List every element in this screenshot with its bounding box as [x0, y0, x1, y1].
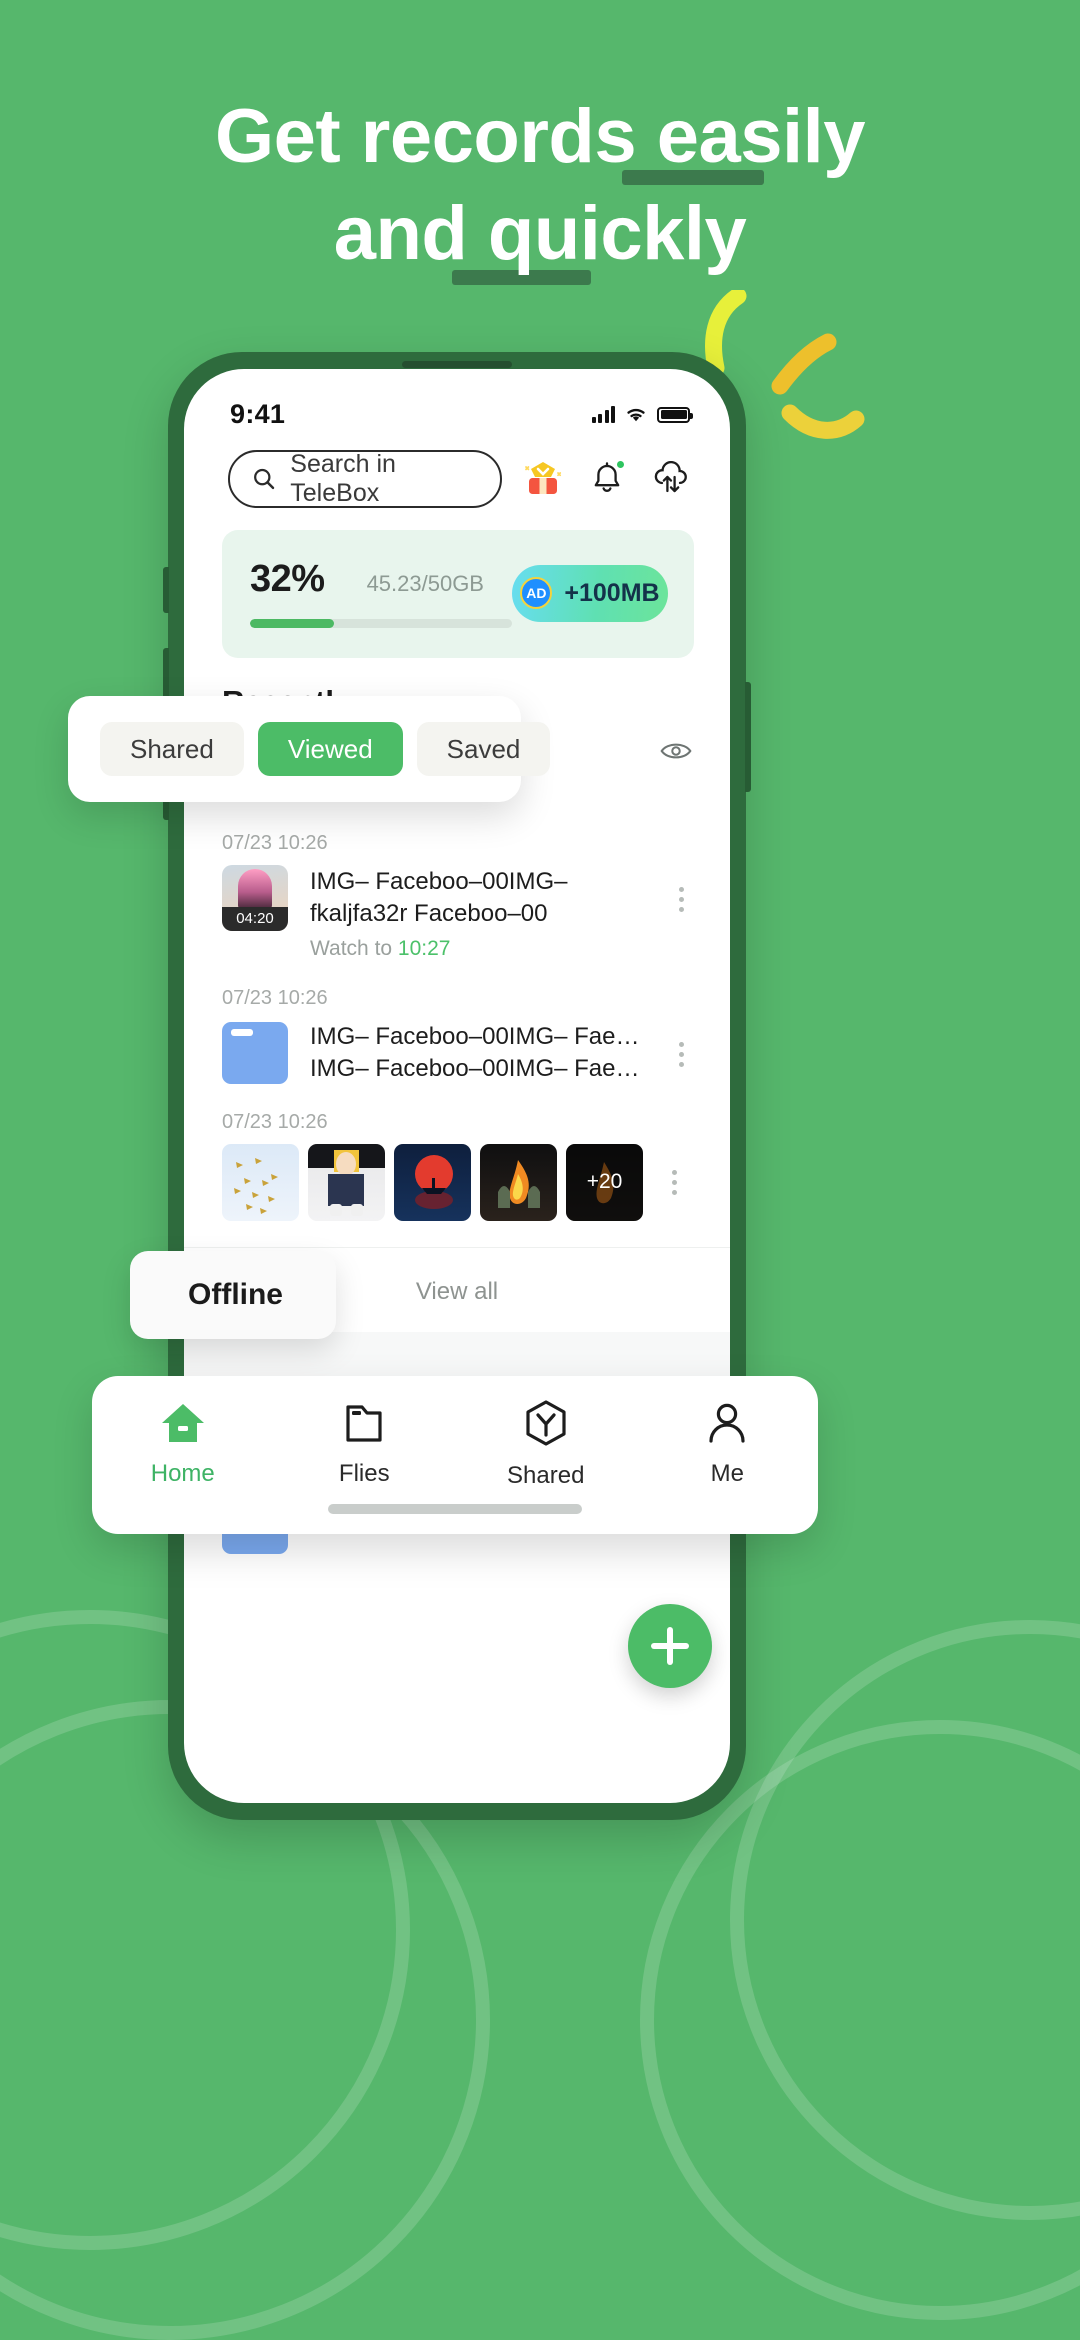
kebab-menu-icon[interactable]: [668, 1020, 694, 1067]
birds-image: [234, 1157, 278, 1214]
notification-badge: [615, 459, 626, 470]
storage-size: 45.23/50GB: [366, 571, 484, 596]
photo-thumbnail[interactable]: +20: [566, 1143, 643, 1221]
headline-line-2: and quickly: [333, 191, 747, 277]
phone-speaker: [402, 361, 512, 368]
nav-label-shared: Shared: [507, 1462, 585, 1489]
gift-box-icon[interactable]: [520, 456, 566, 502]
battery-full-icon: [657, 406, 693, 423]
item-name: IMG– Faceboo–00IMG– Fae…IMG– Faceboo–00I…: [310, 1022, 640, 1082]
tab-saved[interactable]: Saved: [416, 722, 551, 776]
folder-icon: [346, 1405, 382, 1442]
fire-image: [498, 1159, 540, 1208]
nav-item-home[interactable]: Home: [92, 1398, 274, 1488]
nav-item-shared[interactable]: Shared: [455, 1398, 637, 1490]
video-duration: 04:20: [222, 907, 288, 931]
eye-icon[interactable]: [660, 740, 692, 762]
cellular-signal-icon: [591, 406, 615, 423]
nav-label-flies: Flies: [338, 1460, 390, 1487]
status-bar: 9:41: [184, 369, 730, 436]
phone-screen: 9:41 Search in TeleBox 32% 45.23/50GB AD…: [184, 369, 730, 1803]
list-item[interactable]: 07/23 10:26 04:20 IMG– Faceboo–00IMG– fk…: [184, 832, 730, 961]
storage-card[interactable]: 32% 45.23/50GB AD +100MB: [222, 530, 694, 658]
decorative-squiggle-gold: [781, 404, 865, 439]
status-bar-time: 9:41: [230, 399, 286, 429]
search-icon: [254, 468, 275, 490]
sunset-boat-image: [415, 1154, 453, 1209]
photo-thumbnail[interactable]: [394, 1143, 471, 1221]
item-subtitle-prefix: Watch to: [310, 936, 398, 960]
cloud-transfer-icon[interactable]: [648, 456, 694, 502]
bell-icon[interactable]: [584, 456, 630, 502]
list-item[interactable]: 07/23 10:26 IMG– Faceboo–00IMG– Fae…IMG–…: [184, 987, 730, 1085]
recently-tabs: Shared Viewed Saved: [68, 696, 551, 802]
ad-badge: AD: [520, 577, 553, 609]
kebab-menu-icon[interactable]: [661, 1169, 687, 1195]
item-date: 07/23 10:26: [222, 986, 328, 1009]
tab-viewed[interactable]: Viewed: [257, 722, 403, 776]
bottom-navigation: Home Flies Shared Me: [92, 1376, 818, 1534]
phone-side-button: [163, 567, 169, 613]
add-button[interactable]: [628, 1604, 712, 1688]
item-name: IMG– Faceboo–00IMG– fkaljfa32r Faceboo–0…: [310, 868, 568, 927]
ad-reward-button[interactable]: AD +100MB: [512, 564, 668, 622]
ad-reward-label: +100MB: [564, 578, 660, 607]
phone-mockup: 9:41 Search in TeleBox 32% 45.23/50GB AD…: [163, 352, 751, 1820]
item-date: 07/23 10:26: [222, 832, 328, 854]
photo-thumbnail[interactable]: [308, 1143, 385, 1221]
list-item[interactable]: 07/23 10:26 +20: [184, 1111, 730, 1221]
app-header: Search in TeleBox: [184, 436, 730, 508]
video-thumbnail[interactable]: 04:20: [222, 865, 288, 931]
nav-item-flies[interactable]: Flies: [274, 1398, 456, 1488]
headline: Get records easily and quickly: [0, 88, 1080, 283]
headline-line-1: Get records easily: [214, 94, 866, 179]
nav-label-home: Home: [150, 1460, 215, 1487]
search-placeholder: Search in TeleBox: [290, 450, 396, 507]
person-icon: [709, 1403, 745, 1443]
nav-label-me: Me: [710, 1460, 744, 1487]
search-input[interactable]: Search in TeleBox: [228, 450, 502, 508]
item-date: 07/23 10:26: [222, 1110, 328, 1133]
folder-icon[interactable]: [222, 1021, 288, 1084]
background-swoosh: [730, 1620, 1080, 2220]
wifi-icon: [627, 408, 645, 421]
storage-percent: 32%: [250, 558, 325, 600]
offline-title: Offline: [130, 1251, 336, 1339]
home-indicator: [328, 1504, 582, 1514]
nav-item-me[interactable]: Me: [637, 1398, 819, 1488]
photo-more-count: +20: [566, 1143, 643, 1221]
storage-progress-bar: [250, 619, 512, 628]
share-hexagon-icon: [526, 1400, 566, 1446]
phone-power-button: [745, 682, 751, 792]
item-subtitle-value: 10:27: [397, 936, 451, 960]
photo-thumbnail[interactable]: [480, 1143, 557, 1221]
item-subtitle: Watch to 10:27: [310, 937, 668, 961]
kebab-menu-icon[interactable]: [668, 865, 694, 912]
person-image: [308, 1143, 385, 1216]
photo-thumbnail[interactable]: [222, 1143, 299, 1221]
tab-shared[interactable]: Shared: [100, 722, 244, 776]
home-icon: [161, 1404, 204, 1442]
photo-grid[interactable]: +20: [184, 1143, 643, 1221]
decorative-squiggle-orange: [771, 333, 837, 395]
